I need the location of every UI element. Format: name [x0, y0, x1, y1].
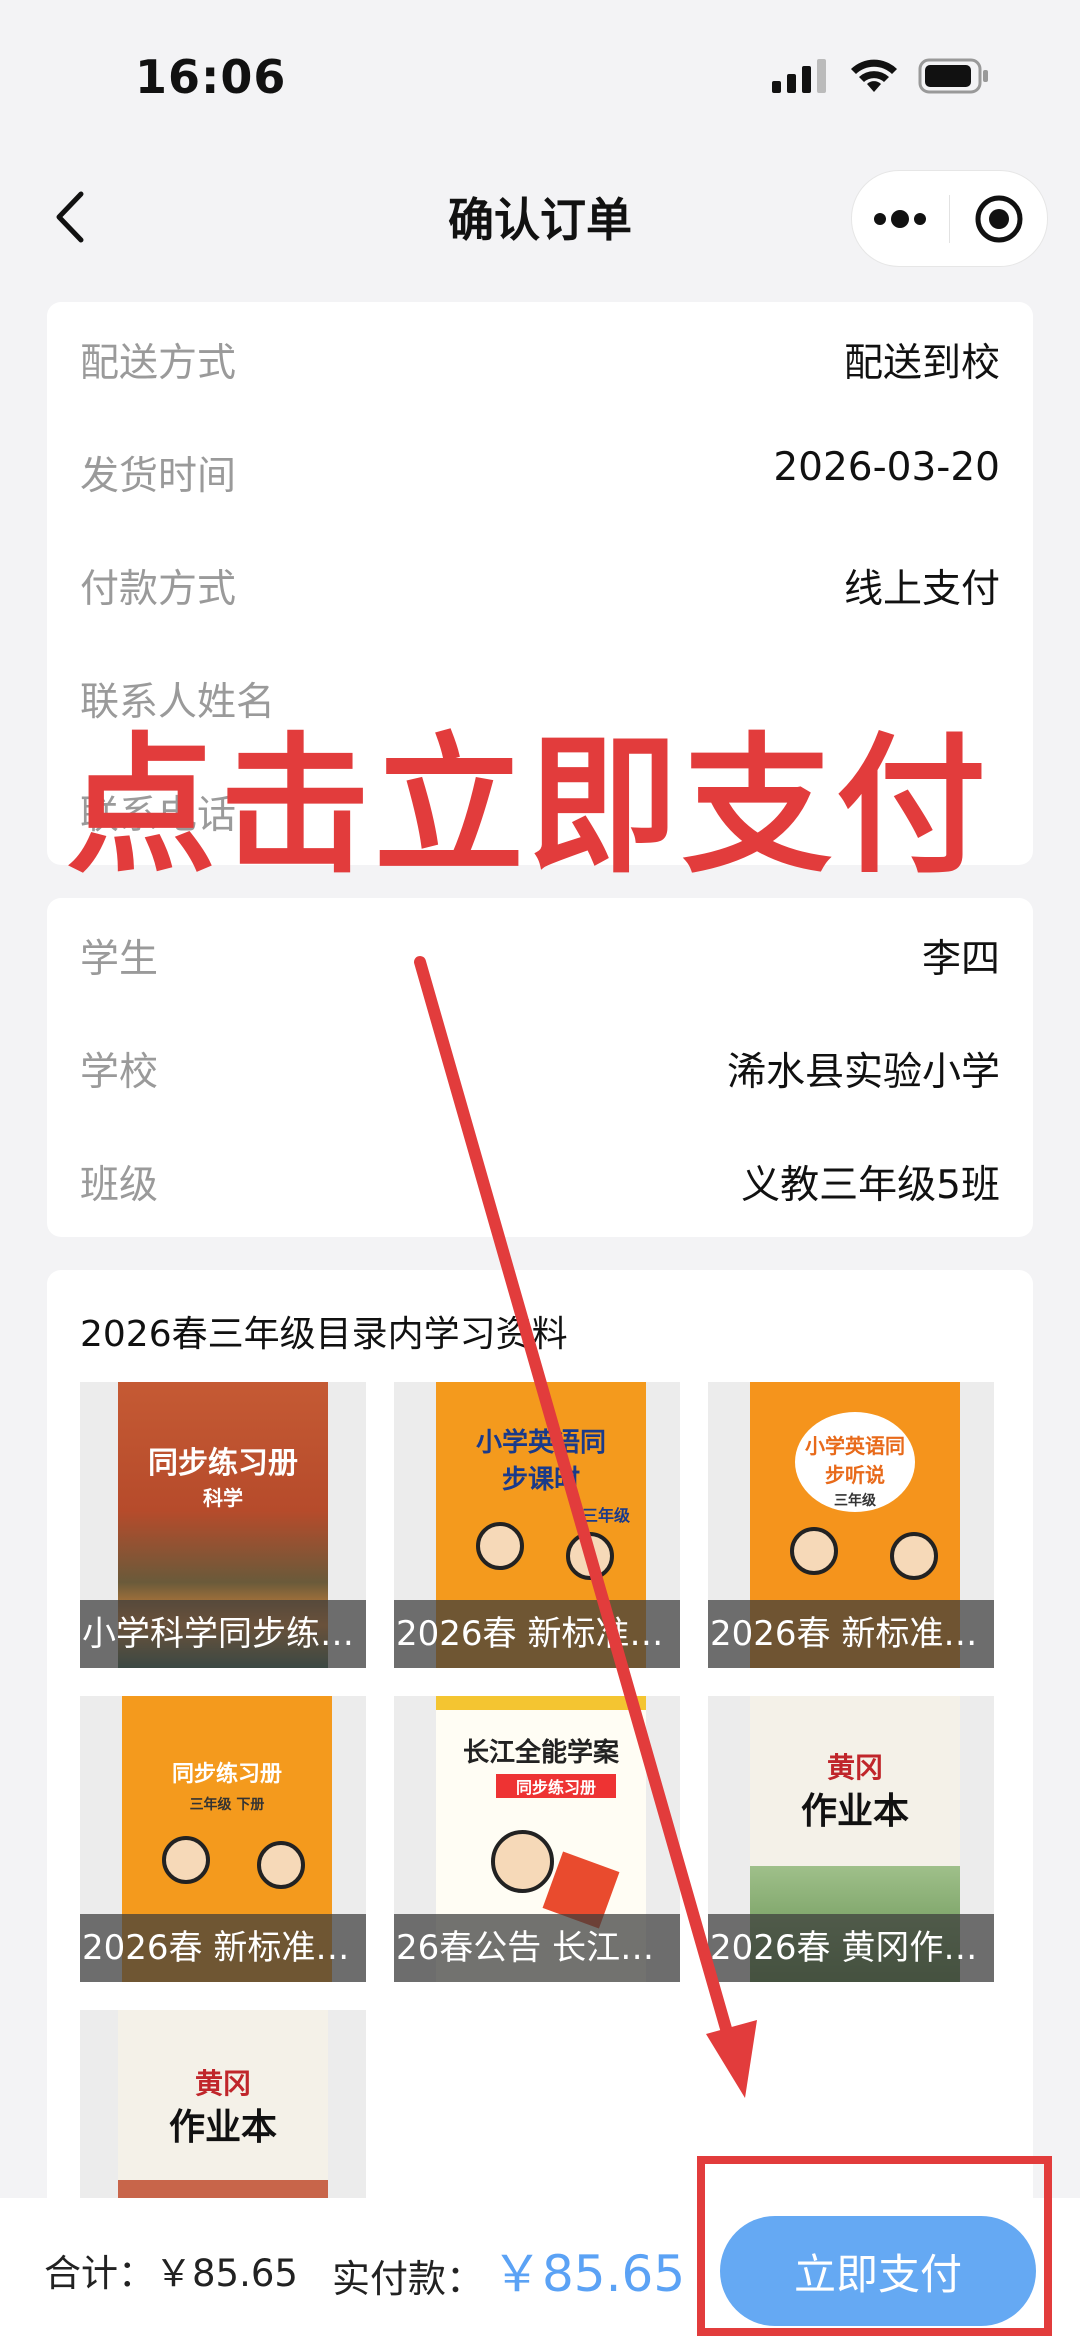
- total-amount: 合计：￥85.65: [44, 2243, 298, 2297]
- total-value: ￥85.65: [155, 2252, 298, 2295]
- total-label: 合计：: [44, 2252, 155, 2295]
- annotation-arrow: [414, 956, 757, 2098]
- paid-value: ￥85.65: [492, 2245, 686, 2303]
- paid-label: 实付款：: [332, 2257, 485, 2301]
- annotation-highlight-box: [697, 2156, 1052, 2336]
